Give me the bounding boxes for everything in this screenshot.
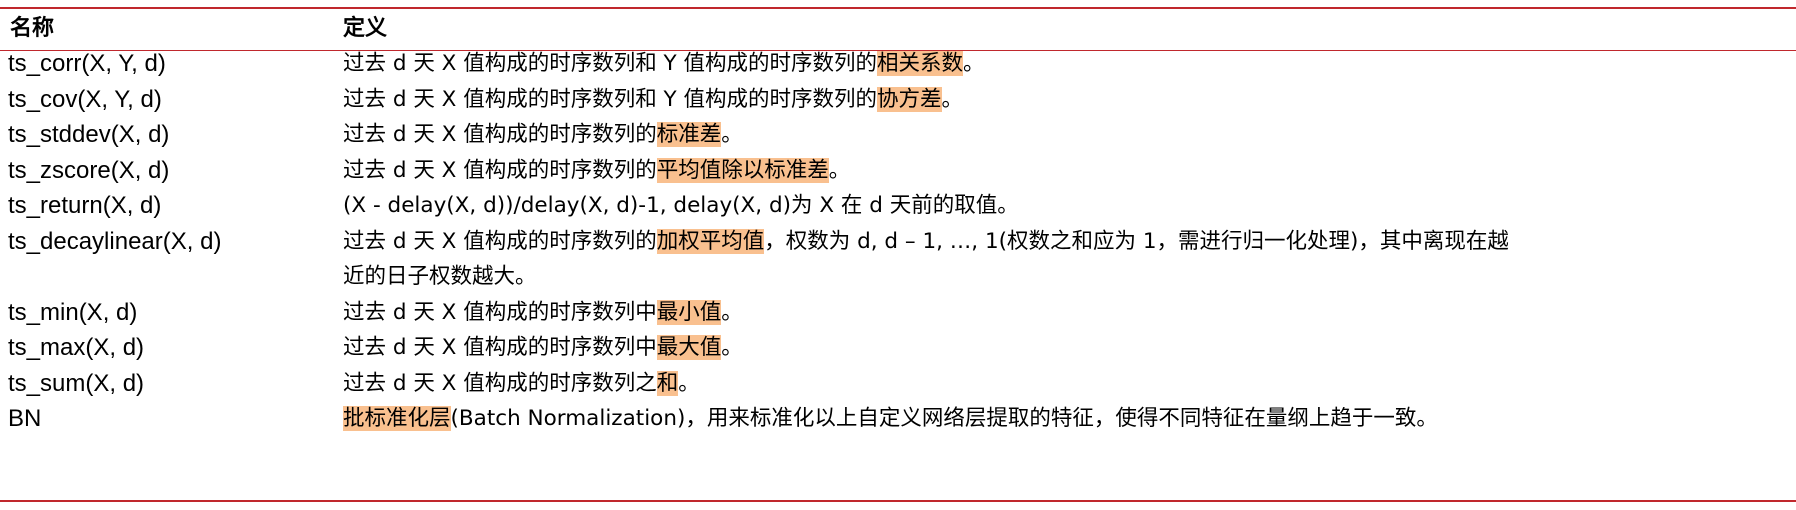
- table-bottom-rule: [0, 500, 1796, 502]
- highlighted-term: 和: [656, 370, 679, 396]
- definition-text: 过去 d 天 X 值构成的时序数列和 Y 值构成的时序数列的: [343, 86, 878, 112]
- definition-text: (X - delay(X, d))/delay(X, d)-1, delay(X…: [343, 193, 1019, 218]
- definition-text: 。: [721, 335, 743, 360]
- function-name: ts_cov(X, Y, d): [8, 85, 162, 113]
- function-definition: 过去 d 天 X 值构成的时序数列和 Y 值构成的时序数列的相关系数。: [343, 46, 1788, 82]
- function-definition: 过去 d 天 X 值构成的时序数列和 Y 值构成的时序数列的协方差。: [343, 82, 1788, 118]
- definition-text: 。: [721, 299, 743, 325]
- definition-text: 过去 d 天 X 值构成的时序数列和 Y 值构成的时序数列的: [343, 51, 878, 76]
- definition-text: 。: [678, 370, 700, 396]
- function-name: ts_max(X, d): [8, 334, 145, 361]
- definition-text: 过去 d 天 X 值构成的时序数列中: [343, 299, 657, 325]
- highlighted-term: 平均值除以标准差: [656, 157, 829, 183]
- function-name: ts_stddev(X, d): [8, 121, 170, 148]
- definition-text: 近的日子权数越大。: [343, 264, 537, 289]
- definition-text: 。: [721, 122, 743, 147]
- function-name: ts_decaylinear(X, d): [8, 227, 222, 255]
- function-definition: 过去 d 天 X 值构成的时序数列的加权平均值，权数为 d, d – 1, …,…: [343, 224, 1788, 295]
- definition-text: 过去 d 天 X 值构成的时序数列之: [343, 370, 657, 396]
- function-definition: 过去 d 天 X 值构成的时序数列中最大值。: [343, 330, 1788, 366]
- function-definition: 过去 d 天 X 值构成的时序数列的平均值除以标准差。: [343, 153, 1788, 189]
- function-name: ts_return(X, d): [8, 192, 162, 219]
- header-name: 名称: [10, 16, 55, 41]
- definition-text: (Batch Normalization)，用来标准化以上自定义网络层提取的特征…: [450, 406, 1438, 431]
- definition-text: 过去 d 天 X 值构成的时序数列的: [343, 228, 657, 254]
- definition-text: ，权数为 d, d – 1, …, 1(权数之和应为 1，需进行归一化处理)，其…: [764, 228, 1509, 254]
- highlighted-term: 最小值: [656, 299, 722, 325]
- function-definition: 过去 d 天 X 值构成的时序数列中最小值。: [343, 295, 1788, 331]
- function-name: ts_min(X, d): [8, 298, 138, 326]
- function-name: BN: [8, 405, 42, 432]
- function-definition: 过去 d 天 X 值构成的时序数列之和。: [343, 366, 1788, 402]
- definition-text: 。: [963, 51, 985, 76]
- table-top-rule: [0, 7, 1796, 9]
- header-definition: 定义: [343, 16, 388, 41]
- function-definition: (X - delay(X, d))/delay(X, d)-1, delay(X…: [343, 188, 1788, 224]
- definition-text: 过去 d 天 X 值构成的时序数列中: [343, 335, 657, 360]
- highlighted-term: 加权平均值: [656, 228, 765, 254]
- highlighted-term: 批标准化层: [343, 406, 451, 431]
- function-name: ts_corr(X, Y, d): [8, 50, 166, 77]
- definition-text: 过去 d 天 X 值构成的时序数列的: [343, 122, 657, 147]
- function-name: ts_zscore(X, d): [8, 156, 170, 184]
- definition-text: 。: [828, 157, 851, 183]
- highlighted-term: 最大值: [656, 335, 722, 360]
- function-name: ts_sum(X, d): [8, 369, 145, 397]
- highlighted-term: 协方差: [877, 86, 942, 112]
- function-definition: 批标准化层(Batch Normalization)，用来标准化以上自定义网络层…: [343, 401, 1788, 437]
- highlighted-term: 相关系数: [877, 51, 964, 76]
- definition-text: 过去 d 天 X 值构成的时序数列的: [343, 157, 657, 183]
- definition-text: 。: [941, 86, 964, 112]
- function-definition: 过去 d 天 X 值构成的时序数列的标准差。: [343, 117, 1788, 153]
- highlighted-term: 标准差: [656, 122, 722, 147]
